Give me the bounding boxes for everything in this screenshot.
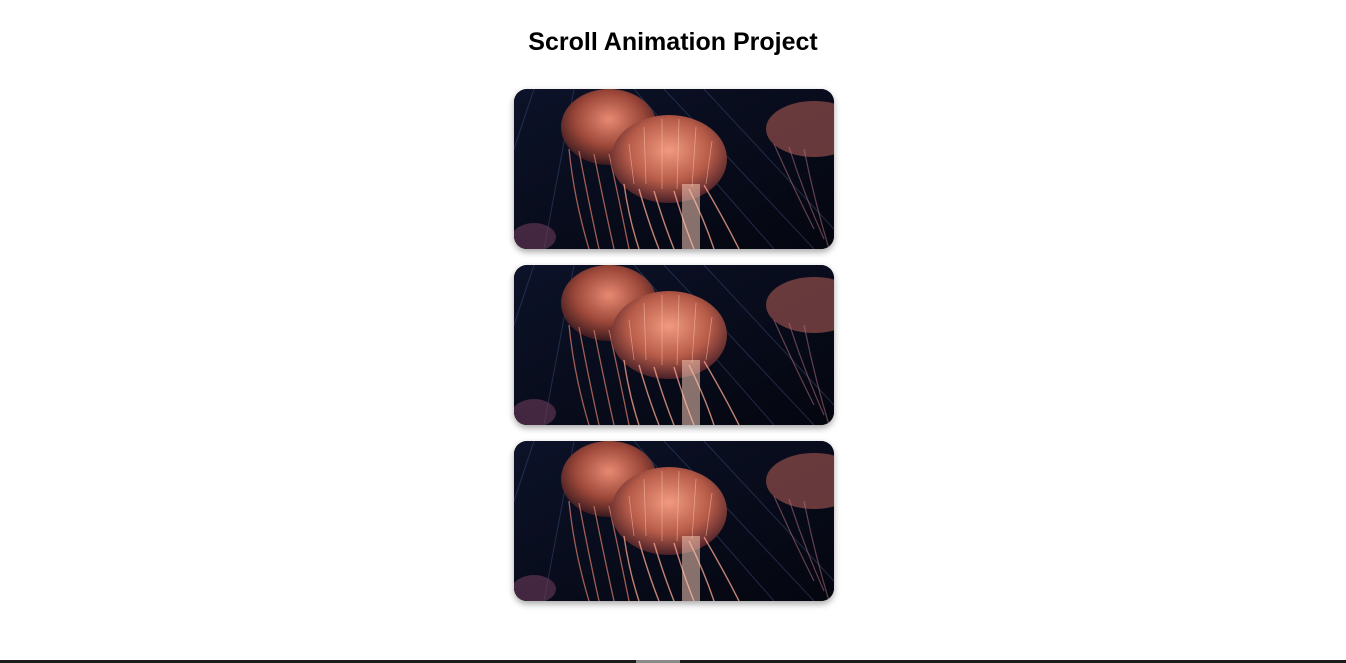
page: Scroll Animation Project xyxy=(0,0,1346,663)
jellyfish-image xyxy=(514,89,834,249)
image-card-2 xyxy=(514,265,834,425)
card-list xyxy=(514,89,834,617)
jellyfish-image xyxy=(514,441,834,601)
image-card-3 xyxy=(514,441,834,601)
jellyfish-image xyxy=(514,265,834,425)
page-title: Scroll Animation Project xyxy=(528,28,818,56)
image-card-1 xyxy=(514,89,834,249)
